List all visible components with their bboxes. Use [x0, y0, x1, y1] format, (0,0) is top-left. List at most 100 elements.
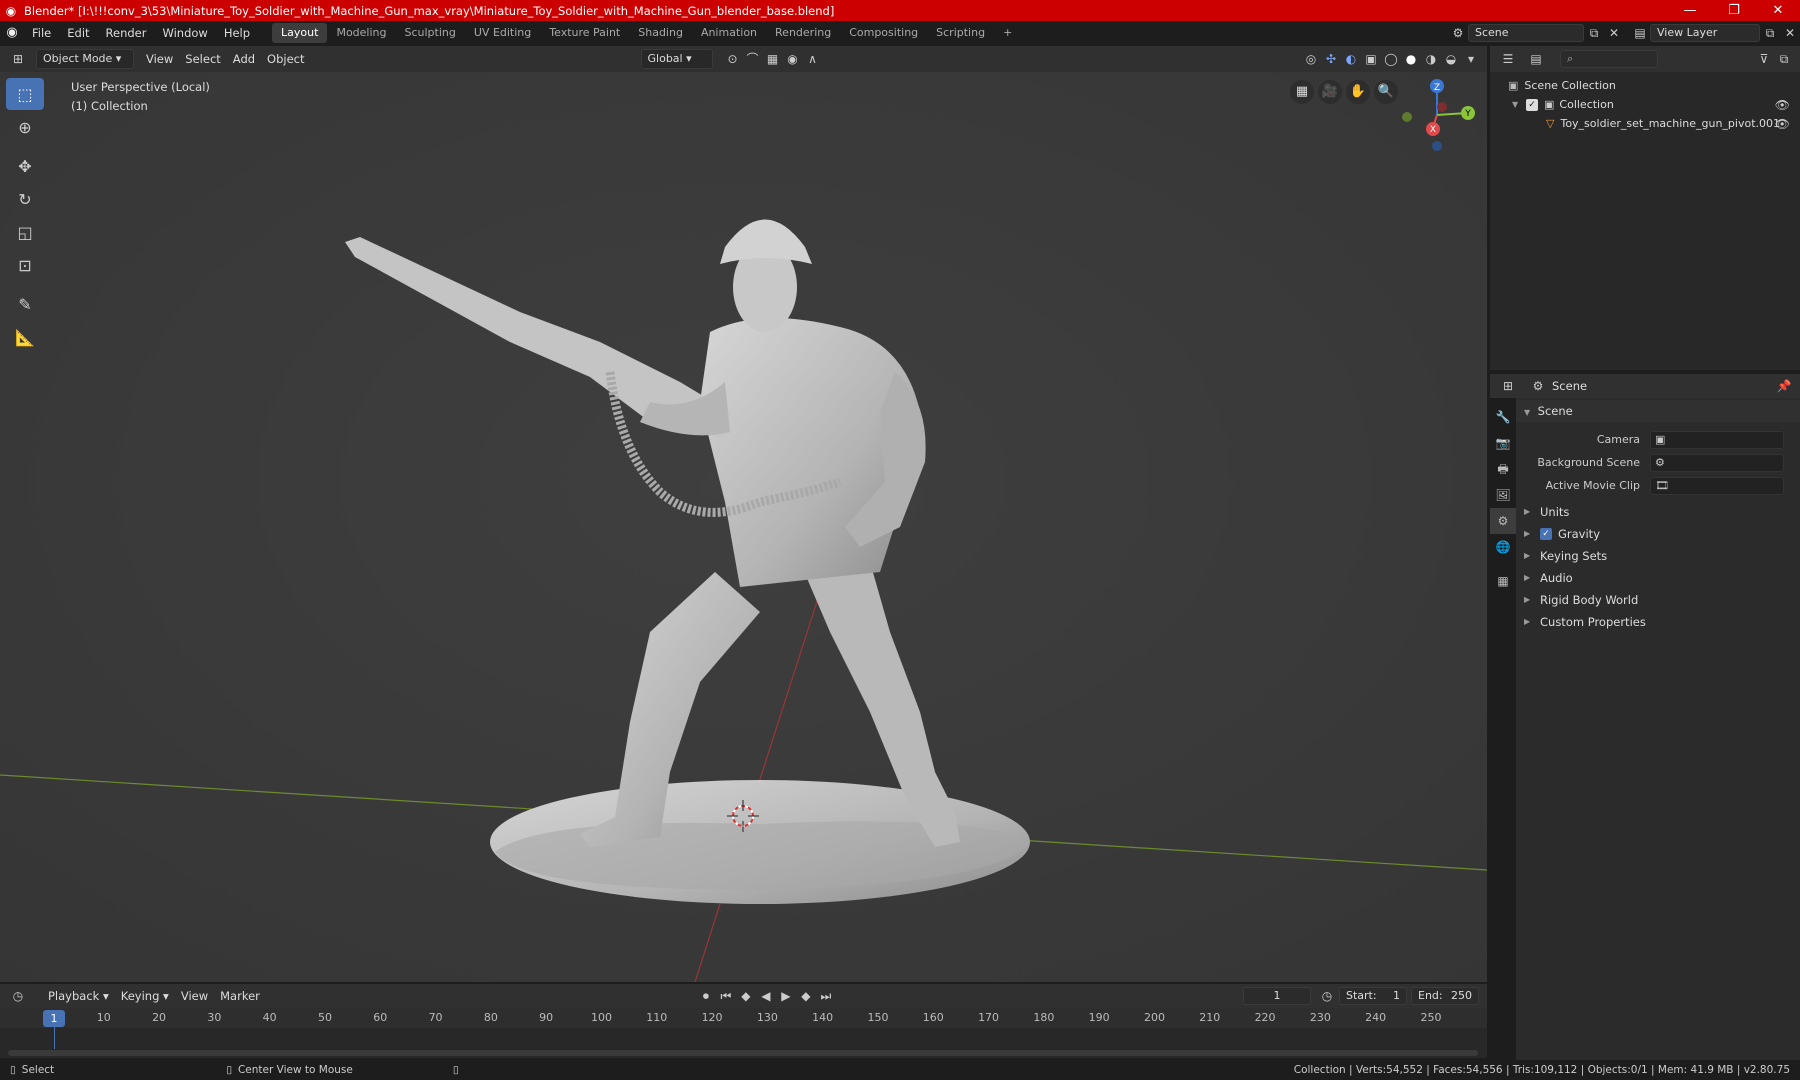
tool-tab-icon[interactable]: 🔧: [1490, 404, 1516, 430]
timeline-area[interactable]: 10 20 30 40 50 60 70 80 90 100 110 120 130 140 150 160 1…: [0, 1008, 1487, 1058]
play-reverse-icon[interactable]: ◀: [756, 986, 776, 1006]
menu-edit[interactable]: Edit: [59, 23, 97, 43]
tab-scripting[interactable]: Scripting: [927, 23, 994, 43]
overlay-toggle-icon[interactable]: ◐: [1341, 49, 1361, 69]
scale-tool-icon[interactable]: ◱: [6, 216, 44, 248]
gravity-checkbox[interactable]: ✓: [1540, 528, 1552, 540]
jump-start-icon[interactable]: ⏮: [716, 986, 736, 1006]
pivot-icon[interactable]: ⊙: [723, 49, 743, 69]
timeline-scrollbar[interactable]: [8, 1050, 1478, 1056]
menu-render[interactable]: Render: [98, 23, 155, 43]
menu-timeline-view[interactable]: View: [175, 986, 214, 1006]
annotate-tool-icon[interactable]: ✎: [6, 288, 44, 320]
blender-menu-icon[interactable]: ◉: [0, 23, 24, 43]
transform-tool-icon[interactable]: ⊡: [6, 249, 44, 281]
xray-icon[interactable]: ▣: [1361, 49, 1381, 69]
exclude-checkbox[interactable]: ✓: [1526, 98, 1538, 111]
jump-end-icon[interactable]: ⏭: [816, 986, 836, 1006]
new-scene-icon[interactable]: ⧉: [1584, 23, 1604, 43]
menu-object[interactable]: Object: [261, 49, 310, 69]
3d-viewport[interactable]: Z Y X: [0, 72, 1487, 982]
visibility-icon[interactable]: ◎: [1301, 49, 1321, 69]
scene-selector[interactable]: Scene: [1468, 24, 1584, 42]
outliner-row-collection[interactable]: ▼ ✓ ▣ Collection 👁: [1490, 95, 1800, 114]
rendered-shading-icon[interactable]: ◒: [1441, 49, 1461, 69]
menu-keying[interactable]: Keying ▾: [115, 986, 175, 1006]
scene-section-header[interactable]: ▼ Scene: [1516, 400, 1800, 422]
tab-sculpting[interactable]: Sculpting: [396, 23, 465, 43]
tab-modeling[interactable]: Modeling: [327, 23, 395, 43]
menu-help[interactable]: Help: [216, 23, 258, 43]
properties-editor-type-icon[interactable]: ⊞: [1498, 376, 1518, 396]
menu-add[interactable]: Add: [227, 49, 261, 69]
play-icon[interactable]: ▶: [776, 986, 796, 1006]
view-layer-browse-icon[interactable]: ▤: [1630, 23, 1650, 43]
preview-range-icon[interactable]: ◷: [1317, 986, 1337, 1006]
pan-hand-icon[interactable]: ✋: [1346, 80, 1370, 104]
custom-properties-panel[interactable]: ▶ Custom Properties: [1516, 611, 1800, 633]
snap-target-icon[interactable]: ▦: [763, 49, 783, 69]
delete-scene-icon[interactable]: ✕: [1604, 23, 1624, 43]
frame-ruler[interactable]: 10 20 30 40 50 60 70 80 90 100 110 120 130 140 150 160 1…: [0, 1008, 1487, 1028]
maximize-button[interactable]: ❐: [1712, 0, 1756, 21]
texture-tab-icon[interactable]: ▦: [1490, 568, 1516, 594]
tab-animation[interactable]: Animation: [692, 23, 766, 43]
falloff-icon[interactable]: ∧: [803, 49, 823, 69]
material-shading-icon[interactable]: ◑: [1421, 49, 1441, 69]
gravity-panel[interactable]: ▶ ✓ Gravity: [1516, 523, 1800, 545]
tab-shading[interactable]: Shading: [629, 23, 692, 43]
units-panel[interactable]: ▶ Units: [1516, 501, 1800, 523]
new-collection-icon[interactable]: ⧉: [1774, 49, 1794, 69]
delete-view-layer-icon[interactable]: ✕: [1780, 23, 1800, 43]
solid-shading-icon[interactable]: ●: [1401, 49, 1421, 69]
playhead[interactable]: 1: [43, 1010, 65, 1027]
render-tab-icon[interactable]: 📷: [1490, 430, 1516, 456]
menu-marker[interactable]: Marker: [214, 986, 266, 1006]
end-frame-field[interactable]: End: 250: [1411, 987, 1479, 1005]
camera-view-icon[interactable]: 🎥: [1318, 80, 1342, 104]
object-mode-dropdown[interactable]: Object Mode ▾: [36, 49, 134, 69]
orientation-dropdown[interactable]: Global ▾: [640, 49, 713, 69]
tab-layout[interactable]: Layout: [272, 23, 328, 43]
current-frame-field[interactable]: 1: [1243, 987, 1311, 1005]
collection-visibility-eye-icon[interactable]: 👁: [1775, 98, 1790, 112]
expand-arrow-icon[interactable]: ▼: [1512, 100, 1522, 109]
proportional-edit-icon[interactable]: ◉: [783, 49, 803, 69]
select-box-tool-icon[interactable]: ⬚: [6, 78, 44, 110]
view-layer-tab-icon[interactable]: 🖼: [1490, 482, 1516, 508]
prev-keyframe-icon[interactable]: ◆: [736, 986, 756, 1006]
tab-texture-paint[interactable]: Texture Paint: [540, 23, 629, 43]
measure-tool-icon[interactable]: 📐: [6, 321, 44, 353]
outliner-editor-type-icon[interactable]: ☰: [1498, 49, 1518, 69]
tab-compositing[interactable]: Compositing: [840, 23, 927, 43]
view-layer-selector[interactable]: View Layer: [1650, 24, 1760, 42]
outliner-search-input[interactable]: ⌕: [1560, 50, 1658, 68]
menu-playback[interactable]: Playback ▾: [42, 986, 115, 1006]
gizmo-toggle-icon[interactable]: ✣: [1321, 49, 1341, 69]
next-keyframe-icon[interactable]: ◆: [796, 986, 816, 1006]
display-mode-icon[interactable]: ▤: [1526, 49, 1546, 69]
wireframe-shading-icon[interactable]: ◯: [1381, 49, 1401, 69]
editor-type-icon[interactable]: ⊞: [8, 49, 28, 69]
scene-browse-icon[interactable]: ⚙: [1448, 23, 1468, 43]
menu-file[interactable]: File: [24, 23, 59, 43]
menu-select[interactable]: Select: [179, 49, 226, 69]
start-frame-field[interactable]: Start: 1: [1339, 987, 1407, 1005]
outliner-row-object[interactable]: ▽ Toy_soldier_set_machine_gun_pivot.001 …: [1490, 114, 1800, 133]
object-visibility-eye-icon[interactable]: 👁: [1775, 117, 1790, 131]
zoom-icon[interactable]: 🔍: [1374, 80, 1398, 104]
world-tab-icon[interactable]: 🌐: [1490, 534, 1516, 560]
menu-view[interactable]: View: [140, 49, 179, 69]
timeline-editor-type-icon[interactable]: ◷: [8, 986, 28, 1006]
rigid-body-world-panel[interactable]: ▶ Rigid Body World: [1516, 589, 1800, 611]
audio-panel[interactable]: ▶ Audio: [1516, 567, 1800, 589]
record-icon[interactable]: ⏺: [696, 986, 716, 1006]
move-tool-icon[interactable]: ✥: [6, 150, 44, 182]
pin-icon[interactable]: 📌: [1774, 376, 1794, 396]
filter-icon[interactable]: ⊽: [1754, 49, 1774, 69]
snap-icon[interactable]: ⌒: [743, 49, 763, 69]
menu-window[interactable]: Window: [154, 23, 215, 43]
scene-tab-icon[interactable]: ⚙: [1490, 508, 1516, 534]
shading-options-icon[interactable]: ▾: [1461, 49, 1481, 69]
tab-rendering[interactable]: Rendering: [766, 23, 840, 43]
